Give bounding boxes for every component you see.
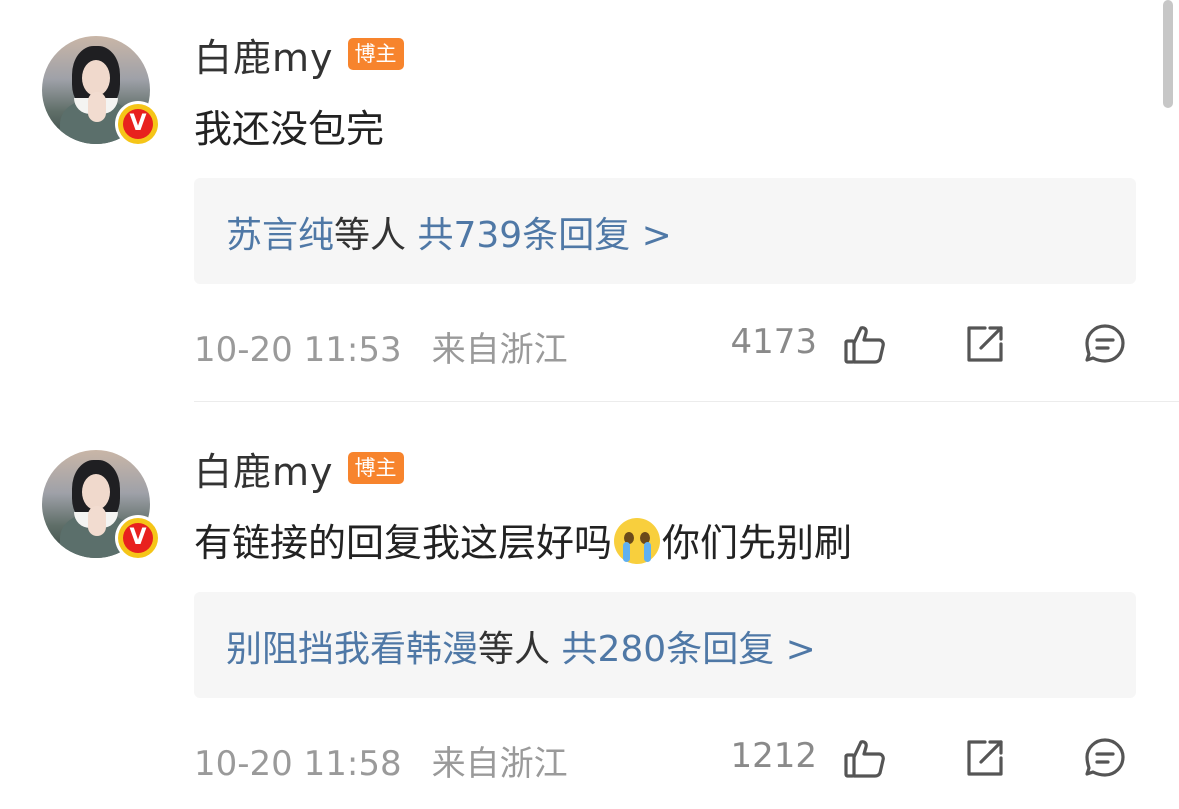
crying-face-emoji-icon [614, 518, 661, 564]
comment-text-part: 你们先别刷 [662, 521, 853, 565]
comment-text-part: 有链接的回复我这层好吗 [194, 521, 613, 565]
replies-box[interactable]: 别阻挡我看韩漫等人 共280条回复 > [194, 592, 1136, 698]
author-name[interactable]: 白鹿my [194, 441, 334, 496]
comment-meta: 10-20 11:53 来自浙江 [194, 322, 568, 371]
replies-box[interactable]: 苏言纯等人 共739条回复 > [194, 178, 1136, 284]
verified-badge-letter: V [123, 109, 153, 139]
reply-total-link[interactable]: 共739条回复 > [417, 215, 671, 256]
comment-text: 我还没包完 [194, 107, 385, 151]
comment-time: 10-20 11:53 [194, 330, 402, 370]
like-count: 4173 [730, 322, 817, 362]
author-name[interactable]: 白鹿my [194, 27, 334, 82]
avatar-hands [88, 506, 106, 536]
replies-summary: 别阻挡我看韩漫等人 共280条回复 > [226, 620, 816, 672]
reply-users-suffix: 等人 [334, 215, 407, 256]
verified-badge-letter: V [123, 523, 153, 553]
comment-icon[interactable] [1083, 736, 1127, 780]
author-tag-badge: 博主 [347, 452, 404, 484]
like-count: 1212 [730, 736, 817, 776]
comment-location: 来自浙江 [431, 744, 568, 784]
reply-total-link[interactable]: 共280条回复 > [561, 629, 815, 670]
author-row: 白鹿my 博主 [194, 32, 404, 80]
author-row: 白鹿my 博主 [194, 446, 404, 494]
avatar-face [82, 60, 110, 96]
reply-users-suffix: 等人 [478, 629, 551, 670]
verified-badge-icon: V [118, 518, 158, 558]
reply-users[interactable]: 苏言纯 [226, 215, 334, 256]
avatar-face [82, 474, 110, 510]
comment-location: 来自浙江 [431, 330, 568, 370]
author-tag-badge: 博主 [347, 38, 404, 70]
reply-users[interactable]: 别阻挡我看韩漫 [226, 629, 478, 670]
like-icon[interactable] [843, 736, 887, 780]
share-icon[interactable] [963, 736, 1007, 780]
comment-meta: 10-20 11:58 来自浙江 [194, 736, 568, 785]
comment-time: 10-20 11:58 [194, 744, 402, 784]
comment-text: 有链接的回复我这层好吗 你们先别刷 [194, 512, 852, 567]
replies-summary: 苏言纯等人 共739条回复 > [226, 206, 672, 258]
comment-divider [194, 401, 1179, 402]
like-icon[interactable] [843, 322, 887, 366]
verified-badge-icon: V [118, 104, 158, 144]
comment-icon[interactable] [1083, 322, 1127, 366]
avatar-hands [88, 92, 106, 122]
share-icon[interactable] [963, 322, 1007, 366]
scrollbar[interactable] [1163, 0, 1173, 108]
